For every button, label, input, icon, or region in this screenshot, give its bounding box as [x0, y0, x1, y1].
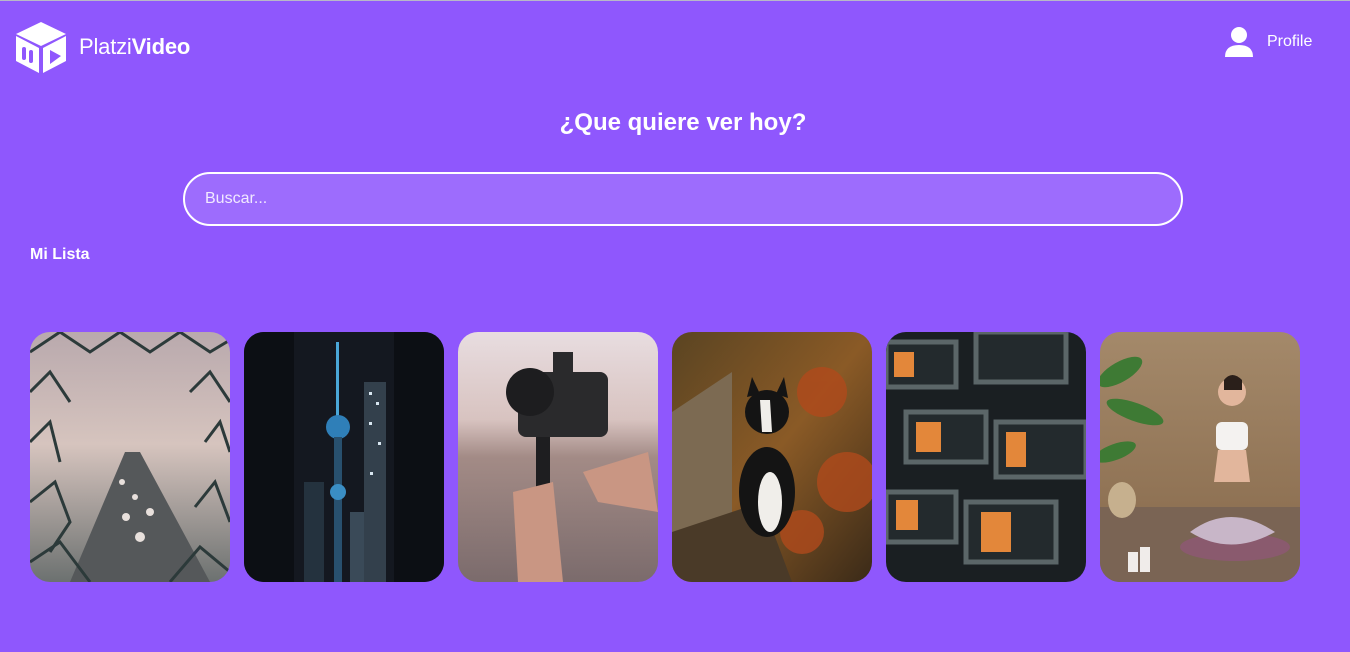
carousel-item[interactable] [886, 332, 1086, 582]
search-input[interactable] [183, 172, 1183, 226]
page-title: ¿Que quiere ver hoy? [559, 109, 807, 136]
carousel-item[interactable] [244, 332, 444, 582]
cube-play-logo-icon [16, 22, 66, 73]
carousel-item[interactable] [458, 332, 658, 582]
carousel-item[interactable] [672, 332, 872, 582]
carousel-item[interactable] [1100, 332, 1300, 582]
profile-button[interactable]: Profile [1224, 26, 1312, 58]
thumbnail-image [1100, 332, 1300, 582]
carousel-item[interactable] [30, 332, 230, 582]
thumbnail-image [886, 332, 1086, 582]
header: PlatziVideo Profile [0, 1, 1350, 91]
logo-text: PlatziVideo [79, 34, 191, 59]
section-title-my-list: Mi Lista [30, 246, 90, 263]
profile-label: Profile [1267, 33, 1313, 50]
carousel [30, 332, 1300, 582]
logo[interactable]: PlatziVideo [14, 20, 190, 74]
user-icon [1225, 27, 1253, 57]
thumbnail-image [458, 332, 658, 582]
thumbnail-image [244, 332, 444, 582]
thumbnail-image [672, 332, 872, 582]
thumbnail-image [30, 332, 230, 582]
